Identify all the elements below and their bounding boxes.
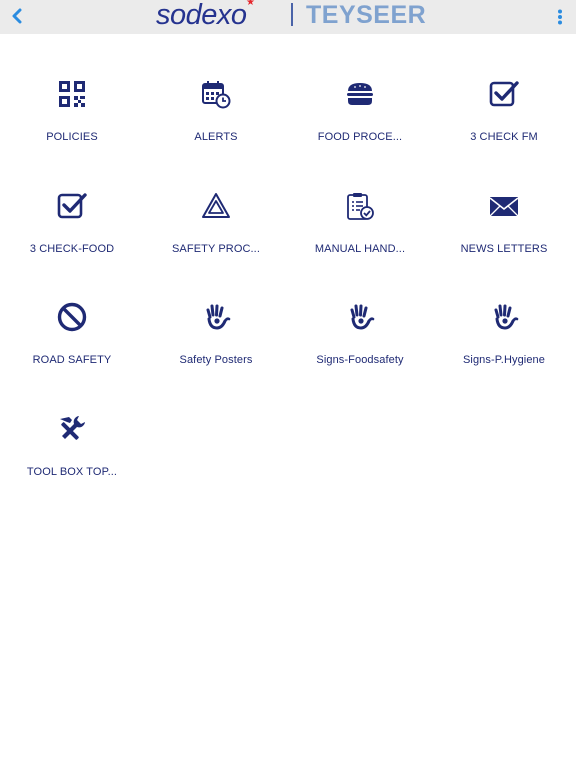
menu-tile-road-safety[interactable]: ROAD SAFETY <box>0 295 144 395</box>
burger-icon <box>345 78 375 110</box>
warning-triangle-icon <box>201 190 231 222</box>
menu-tile-signs-foodsafety[interactable]: Signs-Foodsafety <box>288 295 432 395</box>
menu-tile-safety-proc[interactable]: SAFETY PROC... <box>144 184 288 284</box>
brand-logo: sodexo ★ TEYSEER <box>156 0 436 34</box>
menu-tile-3-check-fm[interactable]: 3 CHECK FM <box>432 72 576 172</box>
menu-tile-tool-box-top[interactable]: TOOL BOX TOP... <box>0 407 144 507</box>
menu-tile-safety-posters[interactable]: Safety Posters <box>144 295 288 395</box>
menu-tile-3-check-food[interactable]: 3 CHECK-FOOD <box>0 184 144 284</box>
menu-tile-label: FOOD PROCE... <box>317 131 403 143</box>
menu-tile-label: MANUAL HAND... <box>314 242 406 255</box>
more-menu-button[interactable] <box>551 6 569 28</box>
hand-icon <box>489 301 519 333</box>
chevron-left-icon <box>12 8 22 24</box>
menu-tile-label: Signs-P.Hygiene <box>462 354 545 366</box>
menu-tile-label: 3 CHECK-FOOD <box>29 242 115 255</box>
menu-tile-label: ALERTS <box>194 131 238 143</box>
menu-tile-label: NEWS LETTERS <box>460 242 548 255</box>
menu-tile-label: 3 CHECK FM <box>470 131 538 143</box>
menu-tile-label: Signs-Foodsafety <box>316 354 404 366</box>
qr-code-icon <box>57 78 87 110</box>
menu-tile-label: POLICIES <box>46 131 98 143</box>
checkbox-icon <box>489 78 519 110</box>
menu-tile-label: ROAD SAFETY <box>32 354 112 366</box>
menu-tile-label: TOOL BOX TOP... <box>26 465 118 478</box>
menu-tile-label: SAFETY PROC... <box>172 242 260 255</box>
menu-tile-signs-p-hygiene[interactable]: Signs-P.Hygiene <box>432 295 576 395</box>
more-vertical-icon <box>558 9 562 25</box>
menu-tile-food-proce[interactable]: FOOD PROCE... <box>288 72 432 172</box>
tools-icon <box>57 413 87 445</box>
menu-tile-manual-hand[interactable]: MANUAL HAND... <box>288 184 432 284</box>
calendar-clock-icon <box>201 78 231 110</box>
envelope-icon <box>489 190 519 222</box>
menu-tile-label: Safety Posters <box>179 354 253 366</box>
menu-tile-alerts[interactable]: ALERTS <box>144 72 288 172</box>
logo-star-icon: ★ <box>246 0 255 8</box>
checkbox-icon <box>57 190 87 222</box>
menu-tile-policies[interactable]: POLICIES <box>0 72 144 172</box>
back-button[interactable] <box>7 5 27 27</box>
clipboard-check-icon <box>345 190 375 222</box>
top-bar: sodexo ★ TEYSEER <box>0 0 576 34</box>
brand-primary: sodexo <box>156 0 247 31</box>
logo-divider <box>291 3 293 26</box>
hand-icon <box>345 301 375 333</box>
no-entry-icon <box>57 301 87 333</box>
menu-tile-news-letters[interactable]: NEWS LETTERS <box>432 184 576 284</box>
hand-icon <box>201 301 231 333</box>
brand-secondary: TEYSEER <box>306 1 427 29</box>
